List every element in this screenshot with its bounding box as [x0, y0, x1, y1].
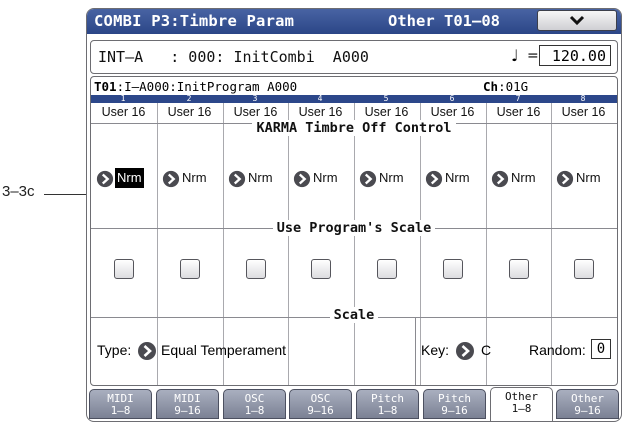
timbre-number: 2 [186, 94, 192, 103]
karma-off-control-popup[interactable]: Nrm [359, 168, 419, 190]
timbre-param-panel: T01:I–A000:InitProgram A000 Ch:01G 1 2 3 4 5… [90, 76, 618, 386]
page-subtitle: Other T01–08 [388, 12, 500, 30]
timbre-number: 4 [317, 94, 323, 103]
callout-label: 3–3c [2, 183, 35, 200]
tab-other-9-16[interactable]: Other 9–16 [556, 389, 619, 419]
timbre-number: 6 [449, 94, 455, 103]
karma-off-value: Nrm [511, 170, 536, 185]
use-program-scale-checkbox[interactable] [443, 259, 463, 279]
section-use-scale-title: Use Program's Scale [91, 220, 617, 236]
karma-off-control-popup[interactable]: Nrm [425, 168, 485, 190]
timbre-bank-label: User 16 [496, 105, 541, 119]
timbre-number: 5 [383, 94, 389, 103]
use-program-scale-checkbox[interactable] [311, 259, 331, 279]
popup-arrow-icon [96, 170, 114, 188]
quarter-note-icon: ♩ [511, 46, 519, 65]
program-name: :I–A000:InitProgram A000 [116, 79, 298, 94]
timbre-number: 8 [580, 94, 586, 103]
use-program-scale-checkbox[interactable] [377, 259, 397, 279]
callout-leader-line [44, 194, 90, 195]
scale-key-label: Key: [421, 342, 450, 358]
tab-label-line2: 9–16 [441, 404, 468, 417]
tab-midi-9-16[interactable]: MIDI 9–16 [156, 389, 219, 419]
timbre-bank-label: User 16 [561, 105, 606, 119]
popup-arrow-icon [228, 170, 246, 188]
use-program-scale-checkbox[interactable] [574, 259, 594, 279]
use-program-scale-checkbox[interactable] [509, 259, 529, 279]
timbre-bank-label: User 16 [430, 105, 475, 119]
karma-off-value: Nrm [248, 170, 273, 185]
popup-arrow-icon [556, 170, 574, 188]
karma-off-value: Nrm [182, 170, 207, 185]
divider [415, 317, 416, 385]
tab-label-line2: 1–8 [110, 404, 131, 417]
scale-key-value[interactable]: C [481, 342, 491, 358]
timbre-bank-label: User 16 [101, 105, 146, 119]
karma-off-control-popup[interactable]: Nrm [162, 168, 222, 190]
tab-other-1-8[interactable]: Other 1–8 [490, 387, 553, 421]
random-field[interactable]: 0 [591, 339, 611, 359]
scale-type-popup-icon[interactable] [137, 341, 157, 361]
popup-arrow-icon [491, 170, 509, 188]
timbre-bank-label: User 16 [298, 105, 343, 119]
karma-off-value: Nrm [379, 170, 404, 185]
timbre-number: 7 [515, 94, 521, 103]
karma-off-value: Nrm [445, 170, 470, 185]
midi-channel-info: Ch:01G [483, 79, 528, 94]
channel-label: Ch [483, 79, 499, 94]
tab-label-line2: 9–16 [307, 404, 334, 417]
tab-pitch-9-16[interactable]: Pitch 9–16 [423, 389, 486, 419]
use-program-scale-checkbox[interactable] [180, 259, 200, 279]
popup-arrow-icon [162, 170, 180, 188]
karma-off-control-popup[interactable]: Nrm [491, 168, 551, 190]
combi-info-bar: INT–A : 000: InitCombi A000 ♩ = 120.00 [90, 40, 618, 74]
timbre-number: 3 [252, 94, 258, 103]
karma-off-value: Nrm [576, 170, 601, 185]
chevron-down-icon [569, 15, 585, 26]
tab-midi-1-8[interactable]: MIDI 1–8 [89, 389, 152, 419]
popup-arrow-icon [425, 170, 443, 188]
channel-value: :01G [498, 79, 529, 94]
karma-off-control-popup[interactable]: Nrm [293, 168, 353, 190]
random-label: Random: [529, 342, 586, 358]
karma-off-control-popup[interactable]: Nrm [556, 168, 616, 190]
program-info: T01:I–A000:InitProgram A000 [94, 79, 297, 94]
combi-select[interactable]: INT–A : 000: InitCombi A000 [98, 48, 369, 66]
karma-off-control-popup[interactable]: Nrm [228, 168, 288, 190]
tab-label-line2: 9–16 [574, 404, 601, 417]
section-karma-title: KARMA Timbre Off Control [91, 120, 617, 136]
tab-label-line2: 9–16 [174, 404, 201, 417]
scale-key-popup-icon[interactable] [455, 341, 475, 361]
timbre-bank-label: User 16 [364, 105, 409, 119]
page-title: COMBI P3:Timbre Param [94, 12, 295, 30]
use-program-scale-checkbox[interactable] [246, 259, 266, 279]
timbre-bank-label: User 16 [167, 105, 212, 119]
page-tabs: MIDI 1–8 MIDI 9–16 OSC 1–8 OSC 9–16 Pitch 1–8 Pitc… [87, 387, 621, 421]
tab-pitch-1-8[interactable]: Pitch 1–8 [356, 389, 419, 419]
tempo-equals: = [527, 48, 539, 64]
tab-label-line2: 1–8 [244, 404, 265, 417]
timbre-number: 1 [120, 94, 126, 103]
scale-type-label: Type: [97, 342, 132, 358]
popup-arrow-icon [359, 170, 377, 188]
lcd-screen: COMBI P3:Timbre Param Other T01–08 INT–A… [86, 8, 622, 422]
scale-type-value[interactable]: Equal Temperament [161, 342, 286, 358]
page-menu-button[interactable] [537, 10, 617, 31]
tab-label-line2: 1–8 [377, 404, 398, 417]
karma-off-value: Nrm [115, 168, 144, 188]
tab-osc-9-16[interactable]: OSC 9–16 [289, 389, 352, 419]
use-program-scale-checkbox[interactable] [114, 259, 134, 279]
timbre-id: T01 [94, 79, 117, 94]
karma-off-control-popup[interactable]: Nrm [96, 168, 156, 190]
title-bar: COMBI P3:Timbre Param Other T01–08 [87, 9, 621, 34]
tab-osc-1-8[interactable]: OSC 1–8 [223, 389, 286, 419]
tempo-field[interactable]: 120.00 [539, 45, 611, 66]
karma-off-value: Nrm [313, 170, 338, 185]
scale-settings-row: Type: Equal Temperament Key: C Random: 0 [91, 317, 617, 385]
tab-label-line2: 1–8 [511, 402, 532, 415]
timbre-number-strip: 1 2 3 4 5 6 7 8 [91, 94, 617, 103]
popup-arrow-icon [293, 170, 311, 188]
timbre-bank-label: User 16 [233, 105, 278, 119]
